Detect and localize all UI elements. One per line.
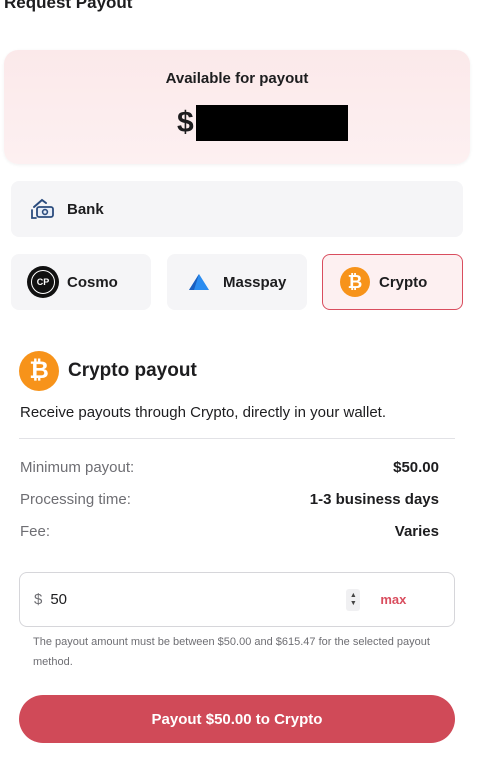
info-row-fee: Fee: Varies [20, 523, 439, 540]
max-button[interactable]: max [380, 592, 406, 607]
balance-label: Available for payout [165, 70, 309, 87]
page-title: Request Payout [4, 0, 133, 12]
payout-amount-helper-text: The payout amount must be between $50.00… [33, 636, 430, 668]
crypto-payout-title: Crypto payout [68, 360, 197, 381]
bank-icon [27, 193, 59, 225]
info-value: Varies [394, 523, 439, 540]
info-value: 1-3 business days [309, 491, 439, 508]
payout-method-masspay-label: Masspay [223, 273, 287, 291]
balance-card: Available for payout $ [4, 50, 470, 164]
crypto-payout-description: Receive payouts through Crypto, directly… [20, 404, 387, 421]
payout-amount-input[interactable] [50, 591, 341, 608]
info-row-minimum-payout: Minimum payout: $50.00 [20, 459, 439, 476]
cosmo-logo-icon: CP [27, 266, 59, 298]
payout-method-bank-label: Bank [67, 200, 104, 218]
info-key: Minimum payout: [20, 459, 135, 476]
balance-currency-symbol: $ [177, 106, 194, 139]
payout-method-bank[interactable]: Bank [11, 181, 463, 237]
balance-amount: $ [177, 105, 348, 141]
chevron-down-icon[interactable]: ▼ [350, 600, 357, 608]
info-key: Processing time: [20, 491, 131, 508]
payout-method-crypto[interactable]: ₿ Crypto [322, 254, 463, 310]
payout-method-cosmo[interactable]: CP Cosmo [11, 254, 151, 310]
masspay-logo-icon [183, 266, 215, 298]
info-key: Fee: [20, 523, 51, 540]
divider [19, 438, 455, 439]
info-value: $50.00 [393, 459, 439, 476]
balance-redacted-value [195, 105, 348, 141]
payout-amount-field[interactable]: $ ▲ ▼ max [19, 572, 455, 627]
amount-currency-symbol: $ [34, 591, 43, 608]
crypto-payout-header: ₿ Crypto payout [19, 351, 197, 391]
payout-method-crypto-label: Crypto [379, 273, 428, 291]
info-row-processing-time: Processing time: 1-3 business days [20, 491, 439, 508]
chevron-up-icon[interactable]: ▲ [350, 592, 357, 600]
amount-stepper[interactable]: ▲ ▼ [346, 588, 361, 611]
submit-payout-button[interactable]: Payout $50.00 to Crypto [19, 695, 455, 743]
bitcoin-icon: ₿ [339, 266, 371, 298]
payout-method-cosmo-label: Cosmo [67, 273, 118, 291]
bitcoin-icon: ₿ [19, 351, 59, 391]
payout-method-masspay[interactable]: Masspay [167, 254, 307, 310]
